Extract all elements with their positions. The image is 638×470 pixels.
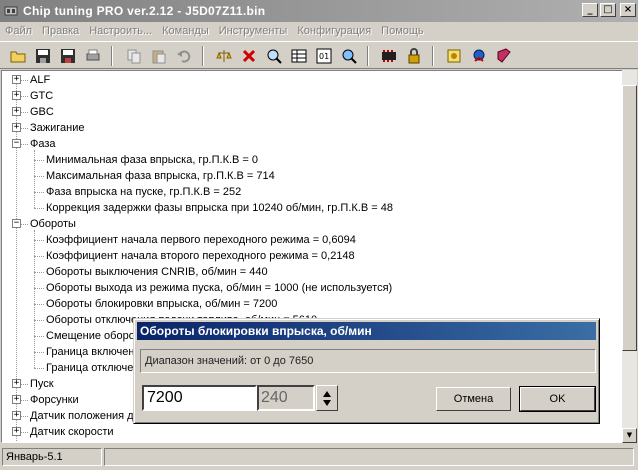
menu-settings[interactable]: Настроить...: [84, 25, 157, 37]
expand-icon[interactable]: +: [12, 395, 21, 404]
tree-item[interactable]: Коррекция задержки фазы впрыска при 1024…: [46, 200, 393, 216]
spin-arrows-icon[interactable]: [316, 385, 338, 411]
tree-item-label: Форсунки: [30, 394, 79, 406]
tree-group[interactable]: Обороты: [30, 216, 76, 232]
tree-item-label: Фаза впрыска на пуске, гр.П.К.В = 252: [46, 186, 242, 198]
collapse-icon[interactable]: −: [12, 139, 21, 148]
save-icon[interactable]: [33, 46, 53, 66]
undo-icon[interactable]: [174, 46, 194, 66]
tree-group[interactable]: Пуск: [30, 376, 54, 392]
network-icon[interactable]: [469, 46, 489, 66]
tree-item[interactable]: Максимальная фаза впрыска, гр.П.К.В = 71…: [46, 168, 275, 184]
tree-item-label: Коэффициент начала первого переходного р…: [46, 234, 356, 246]
tree-item-label: Обороты блокировки впрыска, об/мин = 720…: [46, 298, 278, 310]
value-edit-dialog: Обороты блокировки впрыска, об/мин Диапа…: [133, 318, 600, 424]
tree-item-label: Коэффициент начала второго переходного р…: [46, 250, 355, 262]
tree-item[interactable]: Обороты блокировки впрыска, об/мин = 720…: [46, 296, 277, 312]
menu-tools[interactable]: Инструменты: [214, 25, 293, 37]
table-icon[interactable]: [289, 46, 309, 66]
tree-item[interactable]: Граница включения: [46, 344, 147, 360]
value-range-label: Диапазон значений: от 0 до 7650: [140, 349, 596, 373]
settings-icon[interactable]: [444, 46, 464, 66]
expand-icon[interactable]: +: [12, 411, 21, 420]
tree-scrollbar[interactable]: ▼: [622, 70, 637, 443]
menu-bar: Файл Правка Настроить... Команды Инструм…: [0, 22, 638, 40]
current-value-field: 240: [257, 385, 315, 411]
tree-item-label: Зажигание: [30, 122, 85, 134]
ok-button[interactable]: OK: [519, 386, 596, 412]
tree-item[interactable]: Коэффициент начала первого переходного р…: [46, 232, 356, 248]
delete-icon[interactable]: [239, 46, 259, 66]
status-firmware: Январь-5.1: [2, 448, 102, 466]
tree-item[interactable]: Обороты выключения CNRIB, об/мин = 440: [46, 264, 268, 280]
expand-icon[interactable]: +: [12, 75, 21, 84]
status-message: [104, 448, 634, 466]
expand-icon[interactable]: +: [12, 91, 21, 100]
window-controls: _ □ ×: [580, 3, 636, 17]
tree-root-line: [16, 79, 17, 442]
toolbar: 01: [0, 41, 638, 69]
tree-item-label: Коррекция задержки фазы впрыска при 1024…: [46, 202, 393, 214]
menu-help[interactable]: Помощь: [376, 25, 429, 37]
maximize-button[interactable]: □: [600, 3, 616, 17]
expand-icon[interactable]: +: [12, 427, 21, 436]
tree-item[interactable]: Обороты выхода из режима пуска, об/мин =…: [46, 280, 392, 296]
tree-item-label: Обороты: [30, 218, 76, 230]
tree-item-label: Минимальная фаза впрыска, гр.П.К.В = 0: [46, 154, 259, 166]
expand-icon[interactable]: +: [12, 123, 21, 132]
tree-group[interactable]: GBC: [30, 104, 54, 120]
tree-item-label: Обороты выхода из режима пуска, об/мин =…: [46, 282, 393, 294]
calibration-icon[interactable]: 01: [314, 46, 334, 66]
window-title: Chip tuning PRO ver.2.12 - J5D07Z11.bin: [23, 4, 266, 18]
scrollbar-thumb[interactable]: [622, 85, 637, 351]
tree-item-label: Фаза: [30, 138, 56, 150]
menu-file[interactable]: Файл: [0, 25, 37, 37]
tree-item-label: Пуск: [30, 378, 54, 390]
paste-icon[interactable]: [149, 46, 169, 66]
value-input[interactable]: 7200: [142, 385, 257, 411]
menu-configuration[interactable]: Конфигурация: [292, 25, 376, 37]
save-as-icon[interactable]: [58, 46, 78, 66]
book-icon[interactable]: [494, 46, 514, 66]
expand-icon[interactable]: +: [12, 379, 21, 388]
status-bar: Январь-5.1: [0, 446, 638, 470]
dialog-title: Обороты блокировки впрыска, об/мин: [137, 322, 596, 340]
print-icon[interactable]: [83, 46, 103, 66]
svg-text:01: 01: [319, 52, 329, 61]
tree-item-label: Обороты выключения CNRIB, об/мин = 440: [46, 266, 268, 278]
tree-item-label: ALF: [30, 74, 51, 86]
open-folder-icon[interactable]: [8, 46, 28, 66]
minimize-button[interactable]: _: [582, 3, 598, 17]
tree-group[interactable]: ALF: [30, 72, 50, 88]
tree-item-label: Граница включения: [46, 346, 147, 358]
tree-item-label: Максимальная фаза впрыска, гр.П.К.В = 71…: [46, 170, 275, 182]
app-icon: [3, 4, 19, 18]
menu-commands[interactable]: Команды: [157, 25, 214, 37]
tree-item[interactable]: Коэффициент начала второго переходного р…: [46, 248, 355, 264]
zoom-icon[interactable]: [264, 46, 284, 66]
tree-item-label: GTC: [30, 90, 54, 102]
tree-group[interactable]: Другое: [30, 440, 65, 443]
title-bar: Chip tuning PRO ver.2.12 - J5D07Z11.bin …: [0, 0, 638, 22]
tree-item[interactable]: Минимальная фаза впрыска, гр.П.К.В = 0: [46, 152, 258, 168]
lock-icon[interactable]: [404, 46, 424, 66]
collapse-icon[interactable]: −: [12, 219, 21, 228]
tree-group[interactable]: Датчик скорости: [30, 424, 114, 440]
cancel-button[interactable]: Отмена: [436, 387, 511, 411]
tree-group[interactable]: GTC: [30, 88, 53, 104]
tree-group[interactable]: Форсунки: [30, 392, 79, 408]
tree-item-label: Датчик скорости: [30, 426, 114, 438]
expand-icon[interactable]: +: [12, 107, 21, 116]
menu-edit[interactable]: Правка: [37, 25, 84, 37]
compare-icon[interactable]: [214, 46, 234, 66]
close-button[interactable]: ×: [620, 3, 636, 17]
tree-item-label: Другое: [30, 442, 65, 443]
copy-icon[interactable]: [124, 46, 144, 66]
scroll-down-button[interactable]: ▼: [622, 428, 637, 443]
chip-icon[interactable]: [379, 46, 399, 66]
tree-item[interactable]: Фаза впрыска на пуске, гр.П.К.В = 252: [46, 184, 241, 200]
tree-item-label: GBC: [30, 106, 54, 118]
search-icon[interactable]: [339, 46, 359, 66]
tree-group[interactable]: Зажигание: [30, 120, 85, 136]
